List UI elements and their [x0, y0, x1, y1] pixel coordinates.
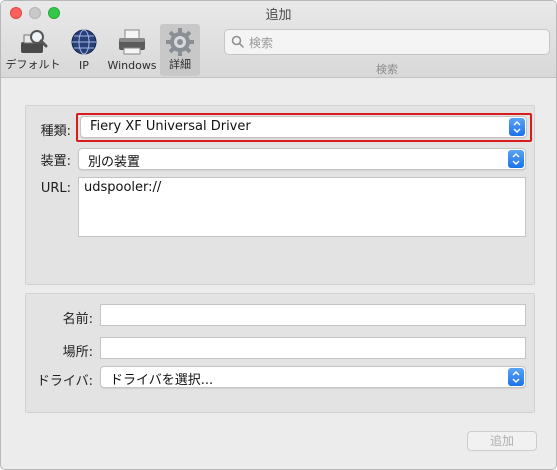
driver-popup[interactable]: ドライバを選択...: [100, 366, 526, 388]
device-popup-value: 別の装置: [88, 155, 141, 170]
toolbar-default-label: デフォルト: [5, 58, 61, 71]
type-label: 種類:: [40, 124, 71, 139]
search-caption: 検索: [376, 63, 398, 76]
device-popup[interactable]: 別の装置: [78, 148, 526, 170]
default-printers-icon: [21, 30, 48, 53]
search-field[interactable]: 検索: [224, 29, 550, 55]
windows-printer-icon: [119, 29, 145, 55]
toolbar-default-button[interactable]: デフォルト: [5, 24, 61, 76]
device-label: 装置:: [40, 154, 71, 169]
location-field[interactable]: [100, 337, 526, 359]
toolbar-windows-label: Windows: [107, 59, 157, 72]
location-label: 場所:: [62, 345, 93, 360]
ip-globe-icon: [71, 29, 97, 55]
search-placeholder: 検索: [249, 36, 274, 50]
url-field[interactable]: udspooler://: [78, 177, 526, 237]
toolbar-ip-label: IP: [79, 59, 89, 72]
add-printer-window: 追加 デフォルト IP Windows 詳細 検索 検索 種類: Fiery X…: [0, 0, 557, 470]
toolbar: 追加 デフォルト IP Windows 詳細 検索 検索: [1, 1, 556, 78]
window-title: 追加: [265, 8, 292, 23]
popup-stepper-icon: [509, 118, 525, 136]
driver-label: ドライバ:: [36, 374, 93, 389]
url-label: URL:: [40, 181, 71, 196]
type-popup-value: Fiery XF Universal Driver: [90, 119, 251, 134]
add-button[interactable]: 追加: [467, 431, 537, 451]
name-label: 名前:: [62, 312, 93, 327]
toolbar-advanced-label: 詳細: [169, 58, 191, 71]
name-field[interactable]: [100, 304, 526, 326]
popup-stepper-icon: [508, 150, 524, 168]
toolbar-ip-button[interactable]: IP: [65, 24, 103, 76]
url-field-value: udspooler://: [84, 180, 162, 195]
advanced-gear-icon: [166, 28, 194, 56]
popup-stepper-icon: [508, 368, 524, 386]
driver-popup-value: ドライバを選択...: [110, 373, 214, 388]
toolbar-advanced-button[interactable]: 詳細: [160, 24, 200, 76]
type-popup[interactable]: Fiery XF Universal Driver: [80, 116, 527, 138]
search-icon: [231, 35, 244, 48]
toolbar-windows-button[interactable]: Windows: [105, 24, 159, 76]
